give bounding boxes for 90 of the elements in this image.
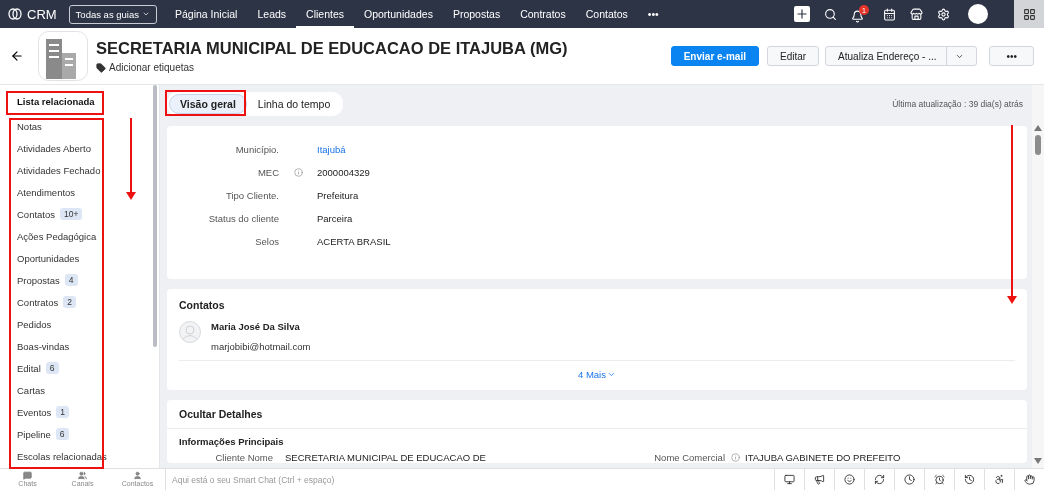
card-title: Contatos <box>179 299 226 311</box>
field-value: 2000004329 <box>317 167 370 178</box>
channel-icon[interactable] <box>78 471 87 480</box>
back-arrow-icon[interactable] <box>10 49 24 63</box>
record-title: SECRETARIA MUNICIPAL DE EDUCACAO DE ITAJUBA (MG) <box>96 39 568 58</box>
count-badge: 6 <box>45 362 59 374</box>
field-value: ITAJUBA GABINETE DO PREFEITO <box>745 452 902 463</box>
toolbar-icon[interactable] <box>784 474 795 485</box>
send-email-button[interactable]: Enviar e-mail <box>670 46 759 66</box>
apps-grid-icon[interactable] <box>1014 0 1044 28</box>
related-list-item[interactable]: Atendimentos <box>17 185 76 199</box>
building-icon <box>38 31 88 81</box>
count-badge: 10+ <box>60 208 83 220</box>
store-icon[interactable] <box>910 7 923 21</box>
contact-avatar <box>179 321 201 343</box>
field-value: Parceira <box>317 213 353 224</box>
related-list-item[interactable]: Pedidos <box>17 317 52 331</box>
view-tab[interactable]: Visão geral <box>169 94 247 114</box>
count-badge: 4 <box>64 274 78 286</box>
more-tabs-button[interactable]: ••• <box>637 0 669 28</box>
nav-tab[interactable]: Clientes <box>296 0 354 28</box>
related-list-item[interactable]: Edital 6 <box>17 361 59 375</box>
field-link[interactable]: Itajubá <box>317 144 346 155</box>
toolbar-icon[interactable] <box>814 474 825 485</box>
field-label: Tipo Cliente. <box>225 190 279 201</box>
section-title: Informações Principais <box>178 435 285 449</box>
scrollbar-thumb[interactable] <box>1035 135 1041 155</box>
action-split-button[interactable]: Atualiza Endereço - ... <box>825 46 978 66</box>
nav-tab[interactable]: Oportunidades <box>354 0 443 28</box>
toolbar-icon[interactable] <box>844 474 855 485</box>
toolbar-icon[interactable] <box>904 474 915 485</box>
related-list-item[interactable]: Atividades Aberto <box>17 141 91 155</box>
related-list-item[interactable]: Cartas <box>17 383 45 397</box>
nav-tab[interactable]: Propostas <box>442 0 511 28</box>
scrollbar-thumb[interactable] <box>153 85 157 347</box>
related-list-item[interactable]: Notas <box>17 119 42 133</box>
action-button[interactable]: Editar <box>766 46 820 66</box>
field-label: Nome Comercial <box>653 452 725 463</box>
field-value: SECRETARIA MUNICIPAL DE EDUCACAO DE <box>285 452 487 463</box>
field-label: Município. <box>234 144 279 155</box>
related-list-item[interactable]: Pipeline 6 <box>17 427 69 441</box>
related-list-item[interactable]: Ações Pedagógica <box>17 229 97 243</box>
last-updated-text: Última atualização : 39 dia(s) atrás <box>892 99 1024 109</box>
field-label: Status do cliente <box>207 213 279 224</box>
related-list-item[interactable]: Propostas 4 <box>17 273 78 287</box>
nav-tab[interactable]: Página Inicial <box>165 0 248 28</box>
add-tags-link[interactable]: Adicionar etiquetas <box>96 62 568 73</box>
toolbar-icon[interactable] <box>1024 474 1035 485</box>
tag-icon <box>96 62 106 73</box>
nav-tab[interactable]: Contratos <box>510 0 576 28</box>
card-title[interactable]: Ocultar Detalhes <box>179 408 1015 420</box>
related-list-item[interactable]: Eventos 1 <box>17 405 70 419</box>
toolbar-icon[interactable] <box>934 474 945 485</box>
field-value: Prefeitura <box>317 190 359 201</box>
count-badge: 6 <box>55 428 69 440</box>
related-list-item[interactable]: Atividades Fechado <box>17 163 101 177</box>
toolbar-icon[interactable] <box>994 474 1005 485</box>
add-icon[interactable] <box>794 6 810 22</box>
scroll-up-icon[interactable] <box>1034 125 1042 131</box>
channel-icon[interactable] <box>23 471 32 480</box>
crm-logo[interactable]: CRM <box>0 6 69 22</box>
related-list-item[interactable]: Contratos 2 <box>17 295 76 309</box>
count-badge: 1 <box>56 406 70 418</box>
field-label: Cliente Nome <box>214 452 273 463</box>
toolbar-icon[interactable] <box>964 474 975 485</box>
related-list-title: Lista relacionada <box>17 95 95 109</box>
nav-tab[interactable]: Leads <box>247 0 297 28</box>
settings-icon[interactable] <box>937 7 950 21</box>
module-menu-button[interactable]: Todas as guias <box>68 4 157 24</box>
scroll-down-icon[interactable] <box>1034 458 1042 464</box>
chevron-down-icon <box>607 370 616 379</box>
action-button[interactable]: ••• <box>989 46 1034 66</box>
related-list-item[interactable]: Oportunidades <box>17 251 80 265</box>
contact-name[interactable]: Maria José Da Silva <box>211 321 311 332</box>
show-more-link[interactable]: 4 Mais <box>578 369 616 380</box>
field-value: ACERTA BRASIL <box>317 236 391 247</box>
related-list-item[interactable]: Contatos 10+ <box>17 207 83 221</box>
calendar-icon[interactable] <box>883 7 896 21</box>
view-tab[interactable]: Linha do tempo <box>246 94 342 114</box>
nav-tab[interactable]: Contatos <box>575 0 638 28</box>
count-badge: 2 <box>63 296 76 308</box>
contact-email[interactable]: marjobibi@hotmail.com <box>211 341 311 352</box>
channel-icon[interactable] <box>133 471 142 480</box>
search-icon[interactable] <box>824 7 837 21</box>
toolbar-icon[interactable] <box>874 474 885 485</box>
caret-icon <box>142 10 150 18</box>
related-list-item[interactable]: Boas-vindas <box>17 339 70 353</box>
user-avatar[interactable] <box>968 4 988 24</box>
field-label: Selos <box>254 236 279 247</box>
field-label: MEC <box>256 167 279 178</box>
